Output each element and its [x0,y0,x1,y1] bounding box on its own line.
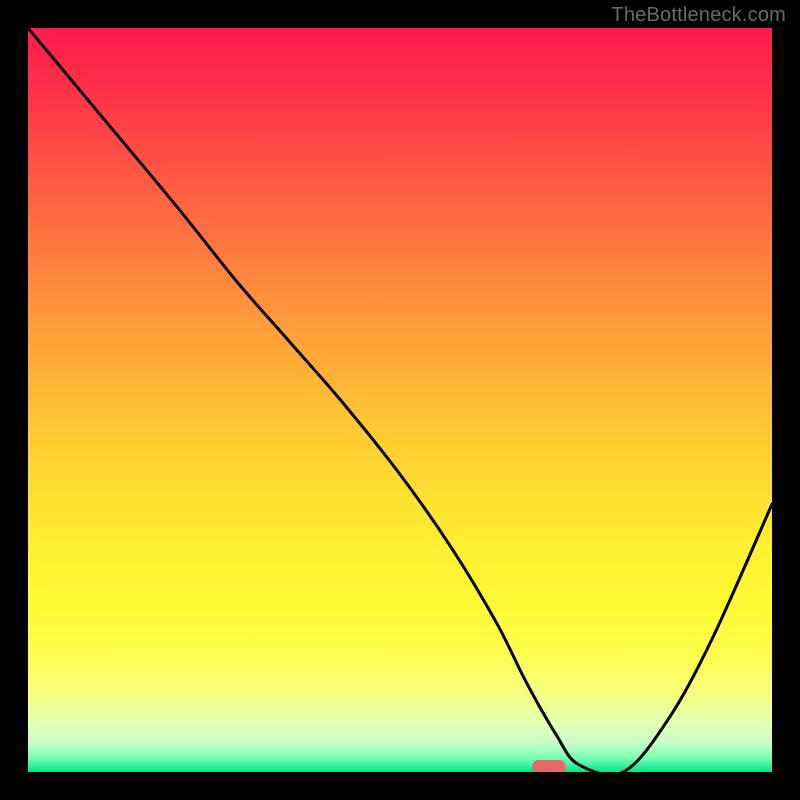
watermark-text: TheBottleneck.com [611,4,786,27]
optimal-point-marker [532,760,566,772]
plot-area [28,28,772,772]
bottleneck-curve [28,28,772,772]
chart-frame: TheBottleneck.com [0,0,800,800]
curve-svg [28,28,772,772]
